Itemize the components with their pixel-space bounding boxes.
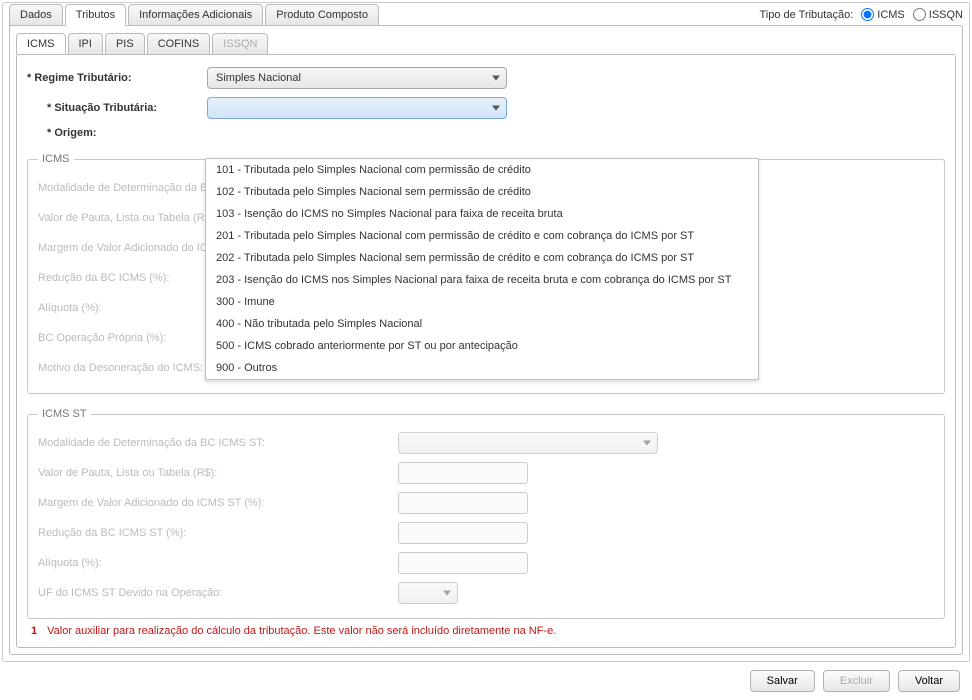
icmsst-reducao-label: Redução da BC ICMS ST (%): [38,527,398,539]
situacao-dropdown[interactable]: 101 - Tributada pelo Simples Nacional co… [205,158,759,380]
group-icms-legend: ICMS [38,153,74,165]
group-icms-st: ICMS ST Modalidade de Determinação da BC… [27,408,945,619]
situacao-option[interactable]: 300 - Imune [206,291,758,313]
situacao-option[interactable]: 101 - Tributada pelo Simples Nacional co… [206,159,758,181]
situacao-option[interactable]: 500 - ICMS cobrado anteriormente por ST … [206,335,758,357]
footnote-number: 1 [31,625,37,637]
icmsst-mva-input [398,492,528,514]
icmsst-aliquota-input [398,552,528,574]
subtab-issqn: ISSQN [212,33,268,55]
footnote-text: Valor auxiliar para realização do cálcul… [47,625,556,637]
save-button[interactable]: Salvar [750,670,815,692]
subtab-pis[interactable]: PIS [105,33,145,55]
icmsst-pauta-input [398,462,528,484]
top-tabs: Dados Tributos Informações Adicionais Pr… [9,4,381,26]
situacao-option[interactable]: 203 - Isenção do ICMS nos Simples Nacion… [206,269,758,291]
situacao-option[interactable]: 900 - Outros [206,357,758,379]
icmsst-modalidade-label: Modalidade de Determinação da BC ICMS ST… [38,437,398,449]
footnote: 1 Valor auxiliar para realização do cálc… [27,619,945,639]
tipo-tributacao-group: Tipo de Tributação: ICMS ISSQN [760,8,964,25]
tab-dados[interactable]: Dados [9,4,63,26]
situacao-option[interactable]: 400 - Não tributada pelo Simples Naciona… [206,313,758,335]
icmsst-uf-select [398,582,458,604]
radio-issqn[interactable]: ISSQN [913,8,963,21]
tab-produto-composto[interactable]: Produto Composto [265,4,379,26]
situacao-option[interactable]: 202 - Tributada pelo Simples Nacional se… [206,247,758,269]
subtab-ipi[interactable]: IPI [68,33,103,55]
regime-value: Simples Nacional [216,72,301,84]
chevron-down-icon [492,76,500,81]
icmsst-mva-label: Margem de Valor Adicionado do ICMS ST (%… [38,497,398,509]
regime-select[interactable]: Simples Nacional [207,67,507,89]
sub-tabs: ICMS IPI PIS COFINS ISSQN [16,33,956,55]
situacao-option[interactable]: 102 - Tributada pelo Simples Nacional se… [206,181,758,203]
icmsst-pauta-label: Valor de Pauta, Lista ou Tabela (R$): [38,467,398,479]
chevron-down-icon [643,441,651,446]
tab-info-adicionais[interactable]: Informações Adicionais [128,4,263,26]
icmsst-aliquota-label: Alíquota (%): [38,557,398,569]
radio-icms[interactable]: ICMS [861,8,905,21]
icmsst-uf-label: UF do ICMS ST Devido na Operação: [38,587,398,599]
footer-buttons: Salvar Excluir Voltar [2,662,970,698]
tab-tributos[interactable]: Tributos [65,4,126,26]
situacao-select[interactable] [207,97,507,119]
icmsst-reducao-input [398,522,528,544]
group-icms-st-legend: ICMS ST [38,408,91,420]
back-button[interactable]: Voltar [898,670,960,692]
chevron-down-icon [492,106,500,111]
delete-button: Excluir [823,670,890,692]
situacao-option[interactable]: 201 - Tributada pelo Simples Nacional co… [206,225,758,247]
regime-label: * Regime Tributário: [27,72,207,84]
tipo-tributacao-label: Tipo de Tributação: [760,9,854,21]
subtab-cofins[interactable]: COFINS [147,33,211,55]
icmsst-modalidade-select [398,432,658,454]
chevron-down-icon [443,591,451,596]
origem-label: * Origem: [27,127,207,139]
subtab-icms[interactable]: ICMS [16,33,66,55]
situacao-option[interactable]: 103 - Isenção do ICMS no Simples Naciona… [206,203,758,225]
situacao-label: * Situação Tributária: [27,102,207,114]
